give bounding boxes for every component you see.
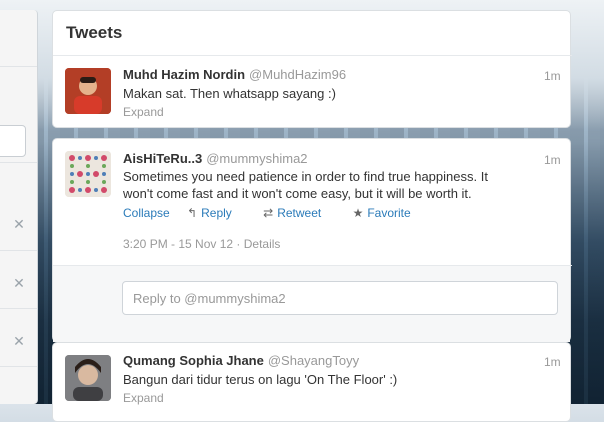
tweet-text: Bangun dari tidur terus on lagu 'On The … (123, 372, 398, 387)
tweet-time[interactable]: 1m (544, 355, 561, 369)
retweet-icon: ⇄ (263, 206, 274, 220)
reply-label: Reply (201, 206, 232, 220)
author-fullname[interactable]: Muhd Hazim Nordin (123, 67, 245, 82)
avatar-photo (65, 68, 111, 114)
tweet-time[interactable]: 1m (544, 69, 561, 83)
tweet-text-line-1: Sometimes you need patience in order to … (123, 169, 488, 184)
favorite-action[interactable]: ★ Favorite (353, 206, 425, 220)
favorite-label: Favorite (367, 206, 411, 220)
tweet-author[interactable]: Qumang Sophia Jhane @ShayangToyy (123, 353, 359, 368)
reply-action[interactable]: ↰ Reply (187, 206, 246, 220)
compose-input-partial[interactable] (0, 125, 26, 157)
expand-link[interactable]: Expand (123, 105, 164, 119)
tweet-actions: Collapse ↰ Reply ⇄ Retweet ★ Favorite (123, 206, 439, 220)
author-fullname[interactable]: Qumang Sophia Jhane (123, 353, 264, 368)
close-icon[interactable]: ✕ (12, 276, 26, 290)
retweet-action[interactable]: ⇄ Retweet (263, 206, 335, 220)
tweet-timestamp[interactable]: 3:20 PM - 15 Nov 12 (123, 237, 233, 251)
tweet-author[interactable]: Muhd Hazim Nordin @MuhdHazim96 (123, 67, 346, 82)
divider (0, 250, 37, 251)
author-screen-name[interactable]: @MuhdHazim96 (249, 67, 346, 82)
tweet-text: Makan sat. Then whatsapp sayang :) (123, 86, 336, 101)
close-icon[interactable]: ✕ (12, 334, 26, 348)
tweet-card-expanded: AisHiTeRu..3 @mummyshima2 1m Sometimes yo… (52, 138, 572, 342)
author-screen-name[interactable]: @mummyshima2 (206, 151, 307, 166)
tweet-card: Qumang Sophia Jhane @ShayangToyy 1m Bangu… (52, 342, 571, 422)
divider (0, 308, 37, 309)
avatar-photo (65, 151, 111, 197)
page-title: Tweets (66, 23, 123, 42)
divider (53, 55, 572, 56)
meta-separator: · (236, 237, 244, 251)
tweets-stream: Tweets Muhd Hazim Nordin @MuhdHazim96 1m … (52, 10, 572, 422)
left-sidebar-panel: ✕ ✕ ✕ (0, 10, 38, 404)
avatar[interactable] (65, 355, 111, 401)
reply-placeholder: Reply to @mummyshima2 (133, 291, 286, 306)
tweet-metadata: 3:20 PM - 15 Nov 12 · Details (123, 237, 280, 251)
avatar-photo (65, 355, 111, 401)
divider (0, 162, 37, 163)
author-fullname[interactable]: AisHiTeRu..3 (123, 151, 202, 166)
divider (0, 66, 37, 67)
star-icon: ★ (352, 206, 364, 220)
tweet-author[interactable]: AisHiTeRu..3 @mummyshima2 (123, 151, 308, 166)
collapse-link[interactable]: Collapse (123, 206, 170, 220)
tweet-text-line-2: won't come fast and it won't come easy, … (123, 186, 472, 201)
tweets-header-card: Tweets Muhd Hazim Nordin @MuhdHazim96 1m … (52, 10, 572, 128)
avatar[interactable] (65, 68, 111, 114)
reply-input[interactable]: Reply to @mummyshima2 (122, 281, 558, 315)
reply-arrow-icon: ↰ (187, 206, 198, 220)
avatar[interactable] (65, 151, 111, 197)
tweet-time[interactable]: 1m (544, 153, 561, 167)
details-link[interactable]: Details (244, 237, 281, 251)
author-screen-name[interactable]: @ShayangToyy (268, 353, 359, 368)
expand-link[interactable]: Expand (123, 391, 164, 405)
divider (0, 366, 37, 367)
divider (53, 265, 572, 266)
close-icon[interactable]: ✕ (12, 217, 26, 231)
retweet-label: Retweet (277, 206, 322, 220)
